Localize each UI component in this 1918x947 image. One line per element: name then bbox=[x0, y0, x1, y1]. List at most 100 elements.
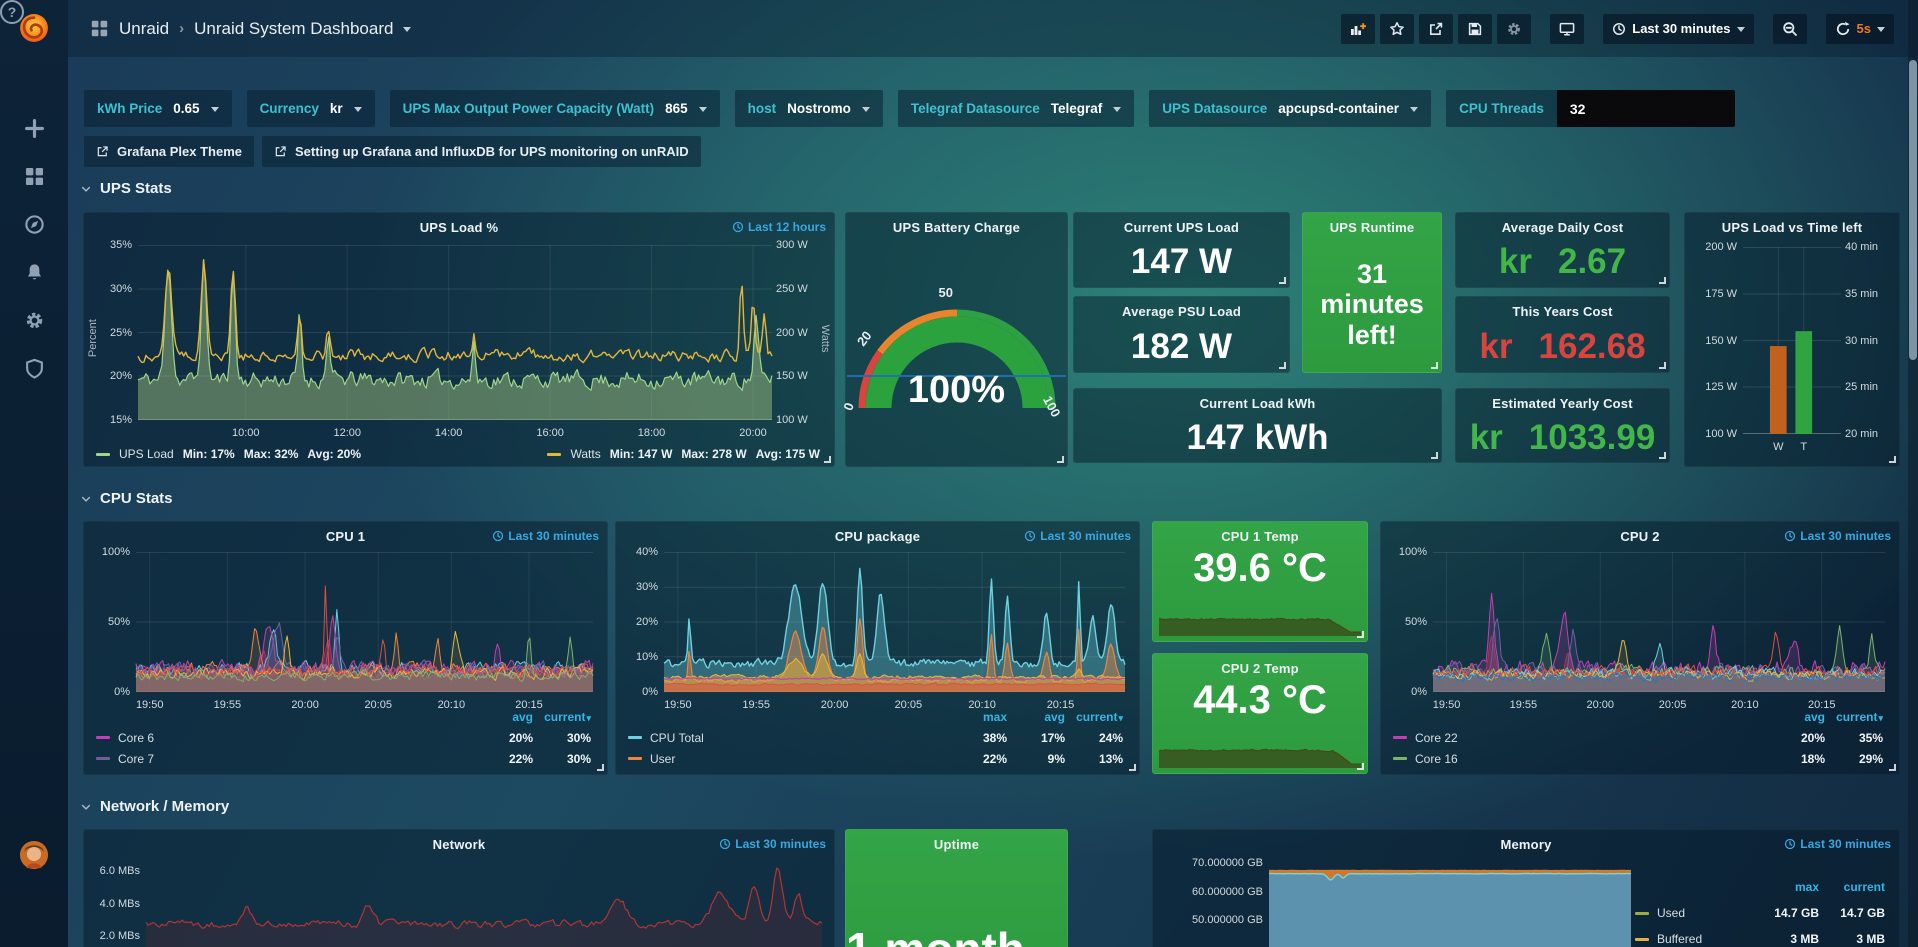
sort-current[interactable]: current bbox=[1065, 710, 1123, 724]
panel-title[interactable]: UPS Load vs Time left bbox=[1685, 220, 1899, 235]
dashboard-grid-icon bbox=[90, 19, 109, 38]
panel-resize-handle[interactable] bbox=[1659, 452, 1666, 459]
legend-item[interactable]: UPS Load Min: 17% Max: 32% Avg: 20% bbox=[96, 447, 361, 461]
panel-time-range[interactable]: Last 30 minutes bbox=[1784, 529, 1891, 543]
zoom-out-button[interactable] bbox=[1773, 14, 1807, 44]
sort-max[interactable]: max bbox=[1753, 880, 1819, 894]
chevron-down-icon[interactable] bbox=[403, 27, 411, 32]
kiosk-mode-button[interactable] bbox=[1550, 14, 1584, 44]
legend-swatch bbox=[1635, 938, 1649, 941]
chart-area[interactable]: 19:50 19:55 20:00 20:05 20:10 20:15 bbox=[1433, 552, 1885, 692]
sidebar-item-explore[interactable] bbox=[0, 214, 68, 235]
variable-ups-datasource[interactable]: UPS Datasource apcupsd-container bbox=[1149, 90, 1431, 127]
refresh-button[interactable]: 5s bbox=[1826, 14, 1894, 44]
panel-title[interactable]: CPU 1 Temp bbox=[1153, 529, 1367, 544]
panel-title[interactable]: UPS Runtime bbox=[1303, 220, 1441, 235]
add-panel-button[interactable] bbox=[1341, 14, 1375, 44]
chevron-down-icon bbox=[1410, 107, 1418, 112]
cpu-threads-input[interactable] bbox=[1557, 90, 1735, 127]
grafana-dashboard: ? Unraid › Unraid System Dashboard Last … bbox=[0, 0, 1918, 947]
panel-time-range[interactable]: Last 12 hours bbox=[732, 220, 826, 234]
chart-area[interactable]: 19:50 19:55 20:00 20:05 20:10 20:15 bbox=[136, 552, 593, 692]
panel-resize-handle[interactable] bbox=[1889, 456, 1896, 463]
chevron-down-icon bbox=[211, 107, 219, 112]
sort-max[interactable]: max bbox=[949, 710, 1007, 724]
save-button[interactable] bbox=[1458, 14, 1492, 44]
panel-resize-handle[interactable] bbox=[1659, 362, 1666, 369]
panel-title[interactable]: Estimated Yearly Cost bbox=[1456, 396, 1669, 411]
add-panel-icon bbox=[1350, 21, 1366, 37]
sort-avg[interactable]: avg bbox=[1007, 710, 1065, 724]
link-ups-monitoring-guide[interactable]: Setting up Grafana and InfluxDB for UPS … bbox=[262, 136, 701, 167]
sidebar-item-dashboards[interactable] bbox=[0, 166, 68, 187]
sort-avg[interactable]: avg bbox=[475, 710, 533, 724]
sidebar-item-configuration[interactable] bbox=[0, 310, 68, 331]
panel-resize-handle[interactable] bbox=[1659, 277, 1666, 284]
panel-time-range[interactable]: Last 30 minutes bbox=[719, 837, 826, 851]
variable-ups-max-watt[interactable]: UPS Max Output Power Capacity (Watt) 865 bbox=[390, 90, 720, 127]
time-picker-button[interactable]: Last 30 minutes bbox=[1603, 14, 1753, 44]
panel-resize-handle[interactable] bbox=[1357, 763, 1364, 770]
breadcrumb: Unraid › Unraid System Dashboard bbox=[90, 19, 411, 39]
chevron-down-icon bbox=[80, 801, 92, 813]
panel-resize-handle[interactable] bbox=[1357, 631, 1364, 638]
chart-area[interactable] bbox=[1269, 858, 1631, 947]
legend-item[interactable]: Watts Min: 147 W Max: 278 W Avg: 175 W bbox=[547, 447, 820, 461]
panel-resize-handle[interactable] bbox=[597, 764, 604, 771]
star-icon bbox=[1389, 21, 1405, 37]
panel-title[interactable]: Average PSU Load bbox=[1074, 304, 1289, 319]
refresh-interval[interactable]: 5s bbox=[1857, 21, 1871, 36]
panel-resize-handle[interactable] bbox=[1129, 764, 1136, 771]
scrollbar-thumb[interactable] bbox=[1909, 60, 1917, 360]
panel-title[interactable]: Current Load kWh bbox=[1074, 396, 1441, 411]
share-button[interactable] bbox=[1419, 14, 1453, 44]
stat-value: 1 month, 1 bbox=[846, 922, 1067, 947]
panel-cpu2-temp: CPU 2 Temp 44.3 °C bbox=[1152, 653, 1368, 774]
panel-time-range[interactable]: Last 30 minutes bbox=[1024, 529, 1131, 543]
panel-title[interactable]: CPU 2 Temp bbox=[1153, 661, 1367, 676]
panel-resize-handle[interactable] bbox=[1431, 362, 1438, 369]
chart-area[interactable] bbox=[146, 858, 822, 947]
section-ups-stats[interactable]: UPS Stats bbox=[80, 180, 172, 197]
sort-current[interactable]: current bbox=[1825, 710, 1883, 724]
panel-title[interactable]: UPS Load % bbox=[84, 220, 834, 235]
variable-host[interactable]: host Nostromo bbox=[735, 90, 883, 127]
panel-title[interactable]: Average Daily Cost bbox=[1456, 220, 1669, 235]
section-network-memory[interactable]: Network / Memory bbox=[80, 798, 229, 815]
sidebar-item-create[interactable] bbox=[0, 118, 68, 139]
chart-area[interactable]: 10:00 12:00 14:00 16:00 18:00 20:00 bbox=[138, 245, 772, 420]
panel-resize-handle[interactable] bbox=[1057, 456, 1064, 463]
panel-resize-handle[interactable] bbox=[1279, 362, 1286, 369]
panel-title[interactable]: Uptime bbox=[846, 837, 1067, 852]
panel-time-range[interactable]: Last 30 minutes bbox=[492, 529, 599, 543]
panel-resize-handle[interactable] bbox=[1279, 277, 1286, 284]
variable-currency[interactable]: Currency kr bbox=[247, 90, 375, 127]
panel-resize-handle[interactable] bbox=[1889, 764, 1896, 771]
breadcrumb-folder[interactable]: Unraid bbox=[119, 19, 169, 39]
sort-current[interactable]: current bbox=[1819, 880, 1885, 894]
dashboard-settings-button[interactable] bbox=[1497, 14, 1531, 44]
variable-telegraf-datasource[interactable]: Telegraf Datasource Telegraf bbox=[898, 90, 1134, 127]
avatar[interactable] bbox=[0, 840, 68, 870]
star-button[interactable] bbox=[1380, 14, 1414, 44]
panel-title[interactable]: Current UPS Load bbox=[1074, 220, 1289, 235]
sidebar-item-server-admin[interactable] bbox=[0, 358, 68, 379]
link-grafana-plex-theme[interactable]: Grafana Plex Theme bbox=[84, 136, 254, 167]
panel-title[interactable]: This Years Cost bbox=[1456, 304, 1669, 319]
section-cpu-stats[interactable]: CPU Stats bbox=[80, 490, 173, 507]
legend-row: Core 22 20% 35% bbox=[1393, 727, 1883, 748]
panel-resize-handle[interactable] bbox=[1431, 452, 1438, 459]
variable-kwh-price[interactable]: kWh Price 0.65 bbox=[84, 90, 232, 127]
panel-time-range[interactable]: Last 30 minutes bbox=[1784, 837, 1891, 851]
chart-area[interactable]: 19:50 19:55 20:00 20:05 20:10 20:15 bbox=[664, 552, 1125, 692]
sidebar-item-alerting[interactable] bbox=[0, 262, 68, 283]
chart-area[interactable]: W T bbox=[1743, 247, 1841, 434]
sort-current[interactable]: current bbox=[533, 710, 591, 724]
breadcrumb-separator-icon: › bbox=[179, 20, 184, 37]
breadcrumb-dashboard[interactable]: Unraid System Dashboard bbox=[194, 19, 393, 39]
panel-resize-handle[interactable] bbox=[824, 456, 831, 463]
panel-title[interactable]: UPS Battery Charge bbox=[846, 220, 1067, 235]
sort-avg[interactable]: avg bbox=[1767, 710, 1825, 724]
grafana-logo-icon[interactable] bbox=[0, 10, 68, 46]
page-scrollbar[interactable] bbox=[1908, 0, 1918, 947]
